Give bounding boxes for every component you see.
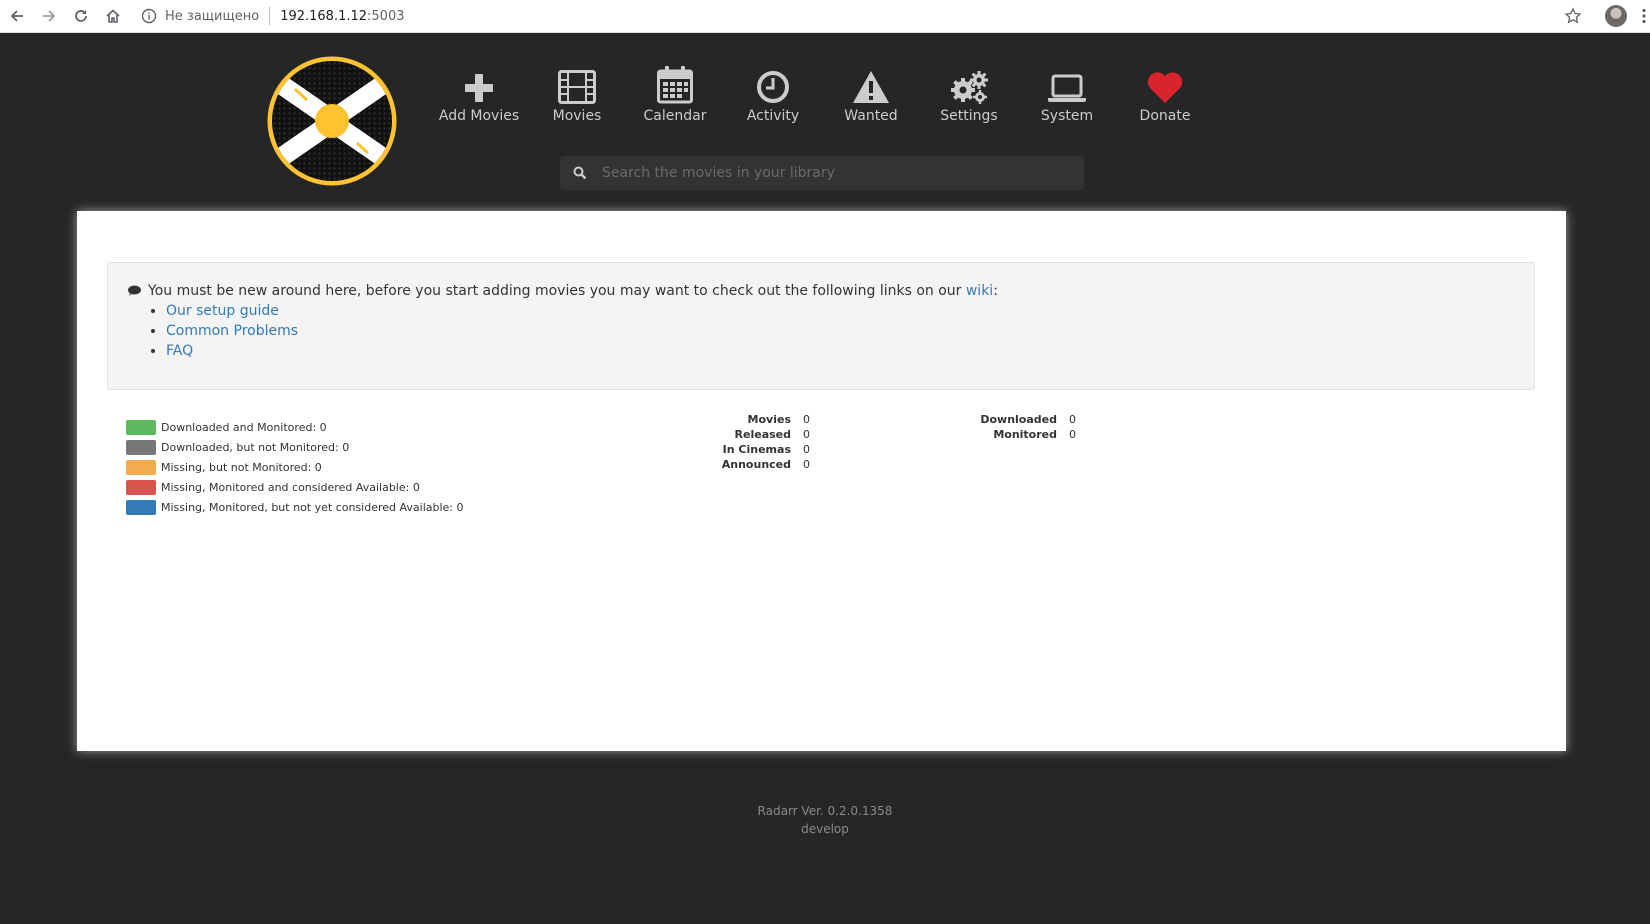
profile-avatar[interactable] [1605,5,1627,27]
stat-value: 0 [803,443,810,456]
home-icon [106,9,120,23]
stat-row: Downloaded 0 [957,412,1076,427]
version-text: Radarr Ver. 0.2.0.1358 [757,804,893,818]
stat-label: Downloaded [980,413,1057,426]
main-panel: You must be new around here, before you … [77,211,1566,751]
faq-link[interactable]: FAQ [166,343,193,359]
arrow-left-icon [10,10,23,22]
address-bar[interactable]: Не защищено 192.168.1.12:5003 [131,3,1592,29]
nav-label: Movies [552,108,602,124]
bookmark-star-icon[interactable] [1564,7,1582,25]
radarr-logo[interactable] [267,56,397,186]
legend-label: Missing, Monitored, but not yet consider… [161,500,464,514]
security-label: Не защищено [165,8,260,24]
list-item: Common Problems [166,321,298,341]
file-stats: Downloaded 0 Monitored 0 [957,412,1076,442]
nav-movies[interactable]: Movies [528,64,626,124]
list-item: Our setup guide [166,301,298,321]
heart-icon [1147,72,1183,103]
gears-icon [951,71,988,104]
calendar-icon [657,66,693,104]
welcome-alert: You must be new around here, before you … [107,262,1535,390]
legend-swatch [126,459,156,475]
legend-swatch [126,499,156,515]
search-bar [560,156,1084,190]
nav-label: System [1040,108,1094,124]
status-legend: Downloaded and Monitored: 0 Downloaded, … [126,417,464,517]
nav-label: Calendar [643,108,707,124]
nav-add-movies[interactable]: Add Movies [430,64,528,124]
stat-value: 0 [1069,428,1076,441]
nav-label: Settings [940,108,998,124]
stat-label: Movies [747,413,791,426]
setup-guide-link[interactable]: Our setup guide [166,303,279,319]
legend-label: Downloaded and Monitored: 0 [161,420,327,434]
stat-value: 0 [803,428,810,441]
welcome-colon: : [993,283,998,299]
menu-kebab-icon[interactable] [1641,8,1647,24]
legend-label: Missing, but not Monitored: 0 [161,460,322,474]
comment-icon [128,285,141,296]
stat-row: Announced 0 [697,457,810,472]
laptop-icon [1048,74,1086,102]
common-problems-link[interactable]: Common Problems [166,323,298,339]
legend-swatch [126,479,156,495]
help-links: Our setup guide Common Problems FAQ [148,301,298,361]
stat-value: 0 [1069,413,1076,426]
omnibox-divider [269,7,271,25]
search-icon [573,166,587,180]
url-host: 192.168.1.12 [280,8,368,24]
legend-item: Missing, but not Monitored: 0 [126,457,464,477]
nav-activity[interactable]: Activity [724,64,822,124]
legend-swatch [126,439,156,455]
legend-item: Downloaded, but not Monitored: 0 [126,437,464,457]
reload-icon [75,10,87,22]
browser-toolbar: Не защищено 192.168.1.12:5003 [0,0,1650,33]
movie-stats: Movies 0 Released 0 In Cinemas 0 Announced 0 [697,412,810,472]
stat-row: Movies 0 [697,412,810,427]
nav-system[interactable]: System [1018,64,1116,124]
arrow-right-icon [43,10,56,22]
legend-label: Missing, Monitored and considered Availa… [161,480,420,494]
stat-row: In Cinemas 0 [697,442,810,457]
stat-label: Released [734,428,791,441]
search-input[interactable] [600,157,1084,189]
nav-settings[interactable]: Settings [920,64,1018,124]
reload-button[interactable] [66,1,96,31]
wiki-link[interactable]: wiki [966,283,993,299]
url-port: :5003 [367,8,405,24]
welcome-message: You must be new around here, before you … [148,283,962,299]
stat-value: 0 [803,458,810,471]
list-item: FAQ [166,341,298,361]
nav-wanted[interactable]: Wanted [822,64,920,124]
nav-donate[interactable]: Donate [1116,64,1214,124]
nav-label: Activity [746,108,800,124]
legend-label: Downloaded, but not Monitored: 0 [161,440,350,454]
nav-label: Wanted [844,108,898,124]
stat-row: Monitored 0 [957,427,1076,442]
branch-text: develop [801,822,849,836]
info-icon [141,8,157,24]
legend-item: Missing, Monitored, but not yet consider… [126,497,464,517]
legend-swatch [126,419,156,435]
legend-item: Missing, Monitored and considered Availa… [126,477,464,497]
stat-row: Released 0 [697,427,810,442]
home-button[interactable] [98,1,128,31]
nav-label: Donate [1139,108,1191,124]
back-button[interactable] [2,1,32,31]
film-icon [558,70,596,104]
forward-button[interactable] [34,1,64,31]
plus-icon [465,74,493,102]
nav-label: Add Movies [438,108,520,124]
legend-item: Downloaded and Monitored: 0 [126,417,464,437]
nav-calendar[interactable]: Calendar [626,64,724,124]
warning-icon [853,71,889,103]
stat-value: 0 [803,413,810,426]
stat-label: In Cinemas [722,443,791,456]
main-nav: Add Movies Movies Calendar Activity Want… [430,64,1214,124]
footer: Radarr Ver. 0.2.0.1358 develop [0,802,1650,838]
stat-label: Announced [721,458,791,471]
stat-label: Monitored [993,428,1057,441]
clock-icon [757,71,789,103]
